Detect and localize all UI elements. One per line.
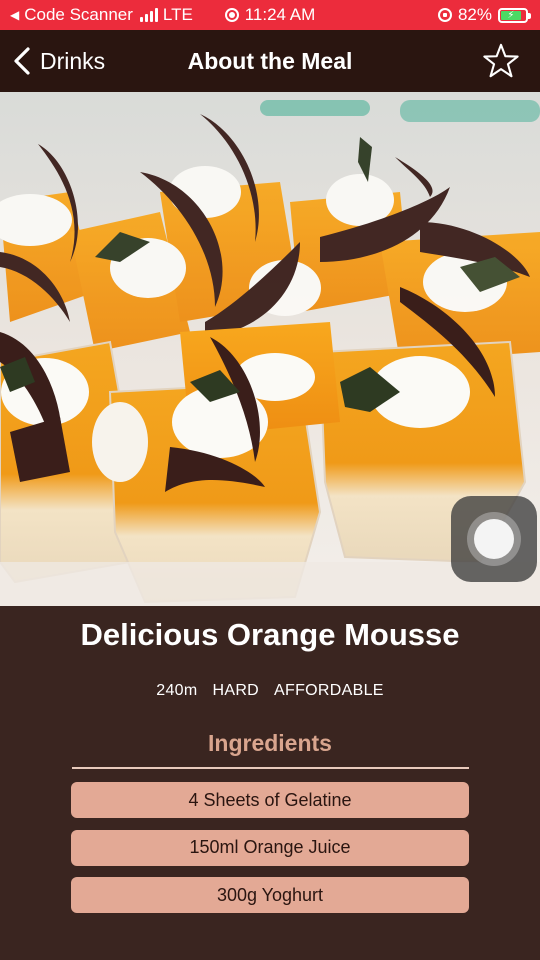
network-type: LTE bbox=[162, 5, 193, 24]
navigation-bar: Drinks About the Meal bbox=[0, 30, 540, 92]
back-button-label: Drinks bbox=[40, 47, 106, 74]
back-triangle-icon: ◀ bbox=[10, 8, 20, 22]
ingredients-list: 4 Sheets of Gelatine 150ml Orange Juice … bbox=[71, 782, 469, 925]
screen-recording-icon bbox=[224, 8, 239, 22]
meal-complexity: HARD bbox=[212, 682, 260, 699]
assistive-touch-button[interactable] bbox=[451, 496, 537, 582]
favorite-star-icon[interactable] bbox=[482, 42, 520, 80]
meal-meta: 240m HARD AFFORDABLE bbox=[0, 682, 540, 700]
chevron-left-icon bbox=[14, 47, 30, 75]
battery-icon: ⚡ bbox=[498, 7, 531, 23]
back-app-label: Code Scanner bbox=[24, 5, 133, 24]
ingredient-item: 150ml Orange Juice bbox=[71, 829, 469, 866]
status-bar: ◀ Code Scanner LTE 11:24 AM 82% ⚡ bbox=[0, 0, 540, 30]
ingredients-heading: Ingredients bbox=[208, 730, 332, 756]
back-to-app[interactable]: ◀ Code Scanner LTE bbox=[10, 5, 193, 25]
ingredient-item: 4 Sheets of Gelatine bbox=[71, 782, 469, 818]
cellular-signal-icon bbox=[139, 8, 158, 22]
battery-percent: 82% bbox=[457, 5, 492, 24]
meal-affordability: AFFORDABLE bbox=[274, 682, 384, 699]
meal-duration: 240m bbox=[156, 682, 198, 699]
ingredient-item: 300g Yoghurt bbox=[71, 877, 469, 913]
assistive-touch-icon bbox=[467, 512, 521, 566]
orientation-lock-icon bbox=[437, 8, 452, 22]
ingredients-divider bbox=[72, 767, 469, 769]
status-time: 11:24 AM bbox=[244, 5, 316, 24]
meal-title: Delicious Orange Mousse bbox=[80, 617, 460, 652]
battery-level: ⚡ bbox=[501, 10, 521, 21]
back-button[interactable]: Drinks bbox=[12, 46, 105, 76]
